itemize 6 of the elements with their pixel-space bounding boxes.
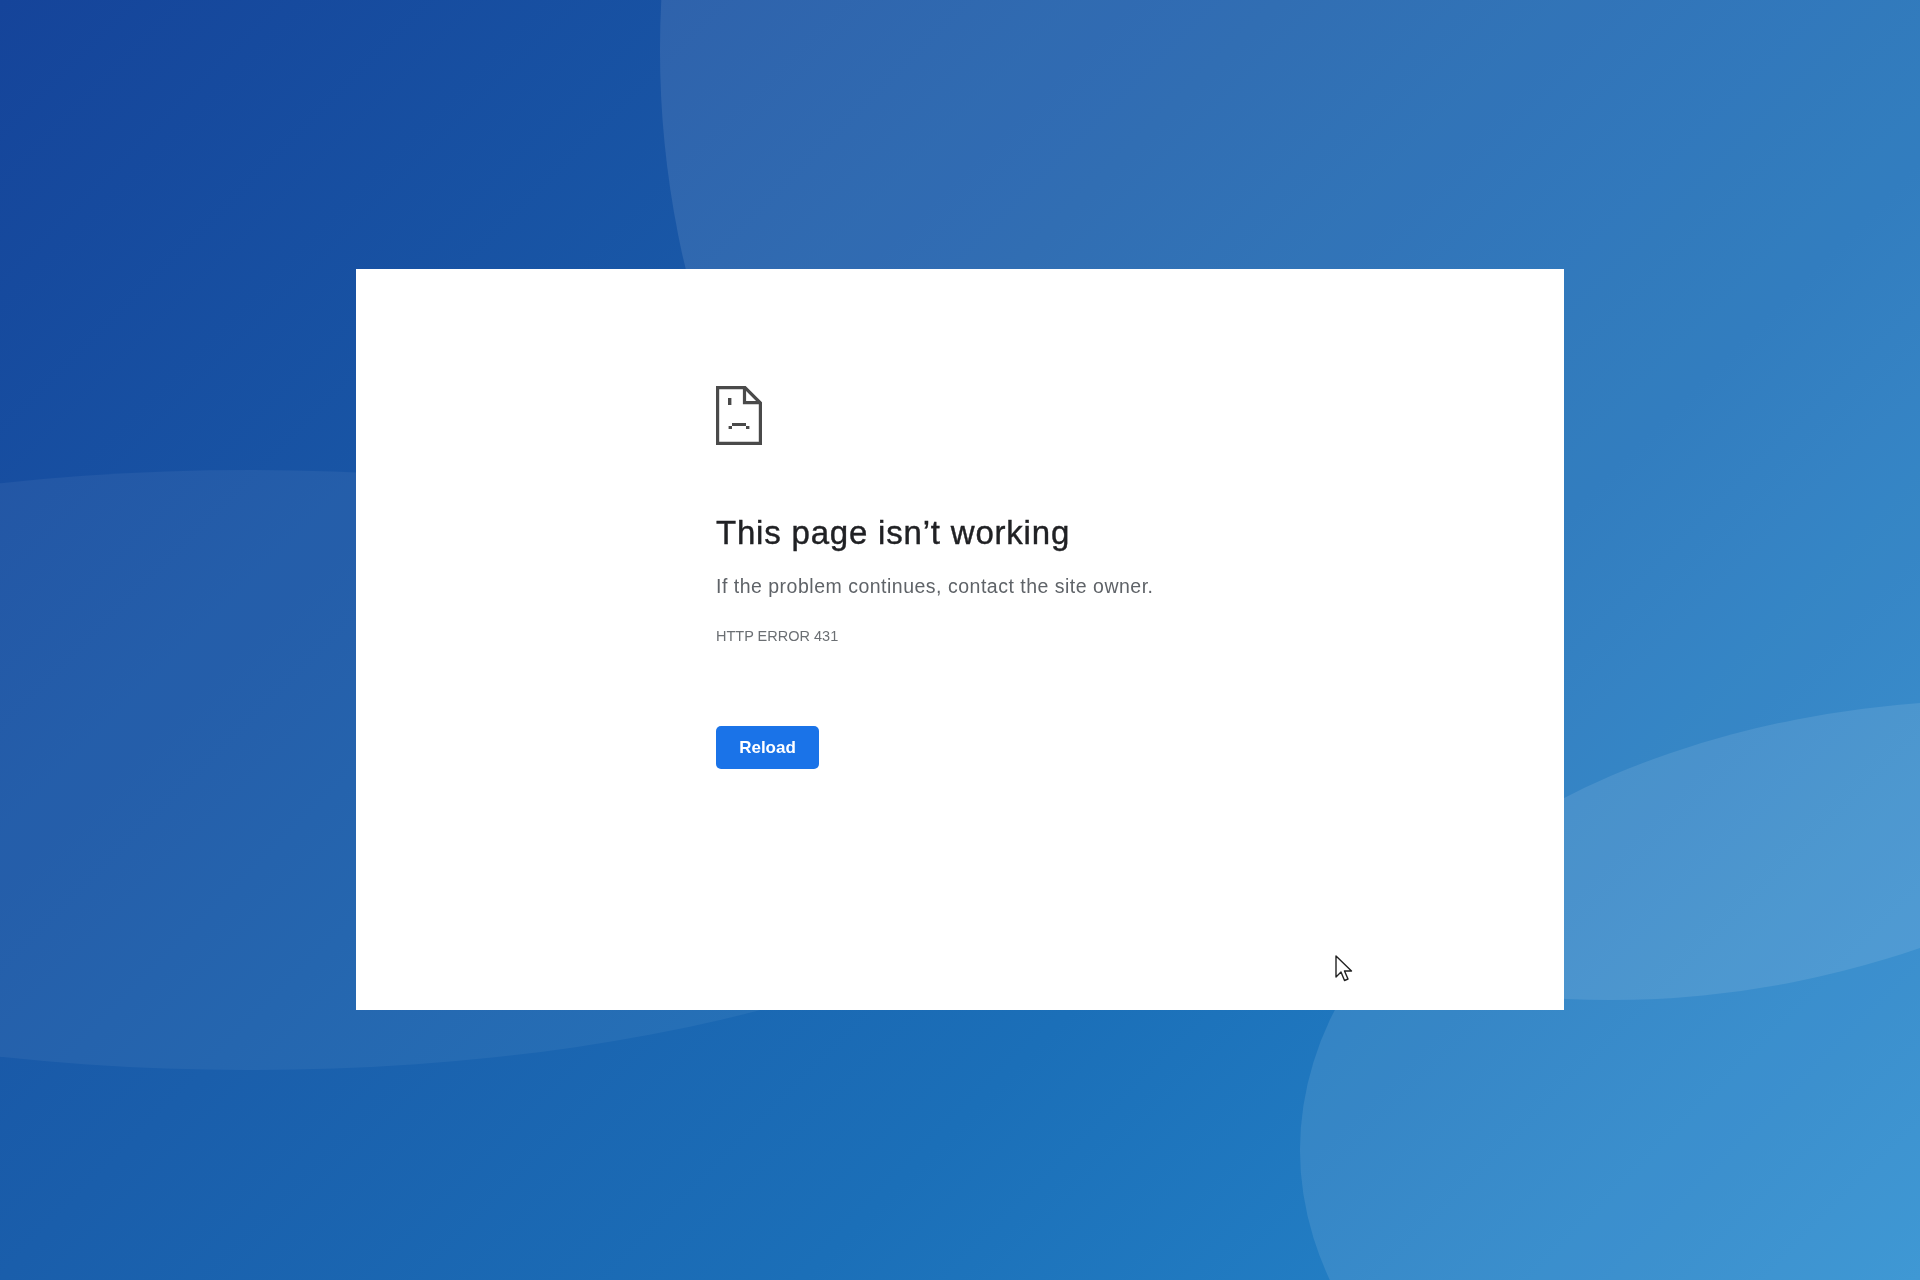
error-heading: This page isn’t working [716, 513, 1071, 553]
error-message: If the problem continues, contact the site owner. [716, 574, 1154, 599]
reload-button[interactable]: Reload [716, 726, 819, 769]
error-code: HTTP ERROR 431 [716, 627, 839, 645]
sad-document-icon [716, 386, 762, 445]
mouse-pointer-icon [1335, 955, 1353, 982]
